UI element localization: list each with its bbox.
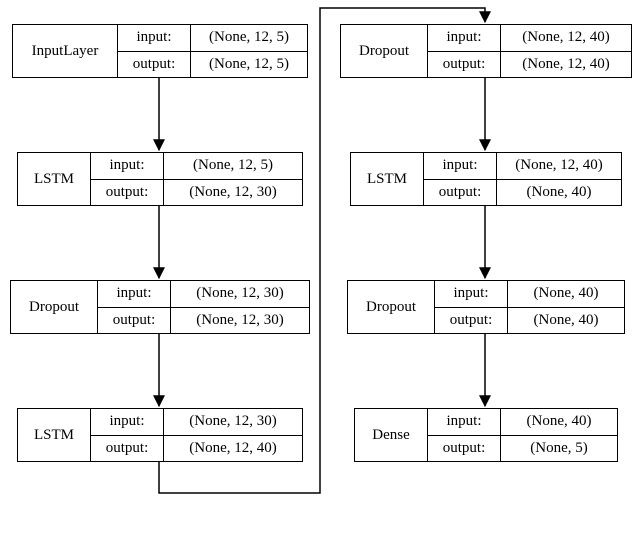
layer-dense: Dense input: (None, 40) output: (None, 5… <box>354 408 618 462</box>
output-value: (None, 12, 40) <box>164 436 302 462</box>
layer-dropout-1: Dropout input: (None, 12, 30) output: (N… <box>10 280 310 334</box>
layer-output-row: output: (None, 40) <box>435 308 624 334</box>
output-label: output: <box>118 52 191 78</box>
output-label: output: <box>98 308 171 334</box>
input-value: (None, 12, 40) <box>497 153 621 179</box>
layer-dropout-3: Dropout input: (None, 40) output: (None,… <box>347 280 625 334</box>
layer-input-row: input: (None, 12, 5) <box>91 153 302 180</box>
input-value: (None, 12, 30) <box>171 281 309 307</box>
output-value: (None, 12, 30) <box>164 180 302 206</box>
input-value: (None, 12, 5) <box>164 153 302 179</box>
layer-output-row: output: (None, 5) <box>428 436 617 462</box>
layer-name: Dropout <box>341 25 428 77</box>
layer-io: input: (None, 12, 40) output: (None, 40) <box>424 153 621 205</box>
output-value: (None, 12, 5) <box>191 52 307 78</box>
layer-name: LSTM <box>18 153 91 205</box>
layer-output-row: output: (None, 12, 40) <box>91 436 302 462</box>
layer-name: Dropout <box>11 281 98 333</box>
layer-input-row: input: (None, 40) <box>428 409 617 436</box>
layer-lstm-2: LSTM input: (None, 12, 30) output: (None… <box>17 408 303 462</box>
layer-input-row: input: (None, 12, 5) <box>118 25 307 52</box>
input-label: input: <box>428 409 501 435</box>
layer-name: Dropout <box>348 281 435 333</box>
input-value: (None, 12, 40) <box>501 25 631 51</box>
layer-io: input: (None, 12, 30) output: (None, 12,… <box>98 281 309 333</box>
layer-io: input: (None, 12, 5) output: (None, 12, … <box>91 153 302 205</box>
output-label: output: <box>428 52 501 78</box>
layer-output-row: output: (None, 12, 30) <box>98 308 309 334</box>
layer-io: input: (None, 12, 40) output: (None, 12,… <box>428 25 631 77</box>
output-value: (None, 12, 30) <box>171 308 309 334</box>
layer-dropout-2: Dropout input: (None, 12, 40) output: (N… <box>340 24 632 78</box>
layer-lstm-1: LSTM input: (None, 12, 5) output: (None,… <box>17 152 303 206</box>
output-value: (None, 5) <box>501 436 617 462</box>
layer-name: LSTM <box>351 153 424 205</box>
output-value: (None, 40) <box>497 180 621 206</box>
input-label: input: <box>91 153 164 179</box>
layer-input-row: input: (None, 12, 30) <box>98 281 309 308</box>
diagram-canvas: InputLayer input: (None, 12, 5) output: … <box>0 0 640 537</box>
layer-input-row: input: (None, 12, 40) <box>424 153 621 180</box>
input-label: input: <box>98 281 171 307</box>
layer-inputlayer: InputLayer input: (None, 12, 5) output: … <box>12 24 308 78</box>
layer-input-row: input: (None, 12, 40) <box>428 25 631 52</box>
layer-name: InputLayer <box>13 25 118 77</box>
layer-output-row: output: (None, 12, 5) <box>118 52 307 78</box>
layer-output-row: output: (None, 12, 40) <box>428 52 631 78</box>
layer-input-row: input: (None, 12, 30) <box>91 409 302 436</box>
input-label: input: <box>428 25 501 51</box>
output-label: output: <box>424 180 497 206</box>
layer-input-row: input: (None, 40) <box>435 281 624 308</box>
input-label: input: <box>118 25 191 51</box>
output-label: output: <box>91 436 164 462</box>
output-label: output: <box>435 308 508 334</box>
input-value: (None, 40) <box>508 281 624 307</box>
output-label: output: <box>428 436 501 462</box>
input-value: (None, 12, 5) <box>191 25 307 51</box>
input-value: (None, 40) <box>501 409 617 435</box>
input-value: (None, 12, 30) <box>164 409 302 435</box>
output-value: (None, 12, 40) <box>501 52 631 78</box>
layer-name: Dense <box>355 409 428 461</box>
output-label: output: <box>91 180 164 206</box>
layer-io: input: (None, 40) output: (None, 5) <box>428 409 617 461</box>
layer-io: input: (None, 12, 30) output: (None, 12,… <box>91 409 302 461</box>
layer-io: input: (None, 40) output: (None, 40) <box>435 281 624 333</box>
input-label: input: <box>435 281 508 307</box>
layer-io: input: (None, 12, 5) output: (None, 12, … <box>118 25 307 77</box>
layer-lstm-3: LSTM input: (None, 12, 40) output: (None… <box>350 152 622 206</box>
layer-output-row: output: (None, 12, 30) <box>91 180 302 206</box>
layer-name: LSTM <box>18 409 91 461</box>
input-label: input: <box>424 153 497 179</box>
output-value: (None, 40) <box>508 308 624 334</box>
layer-output-row: output: (None, 40) <box>424 180 621 206</box>
input-label: input: <box>91 409 164 435</box>
